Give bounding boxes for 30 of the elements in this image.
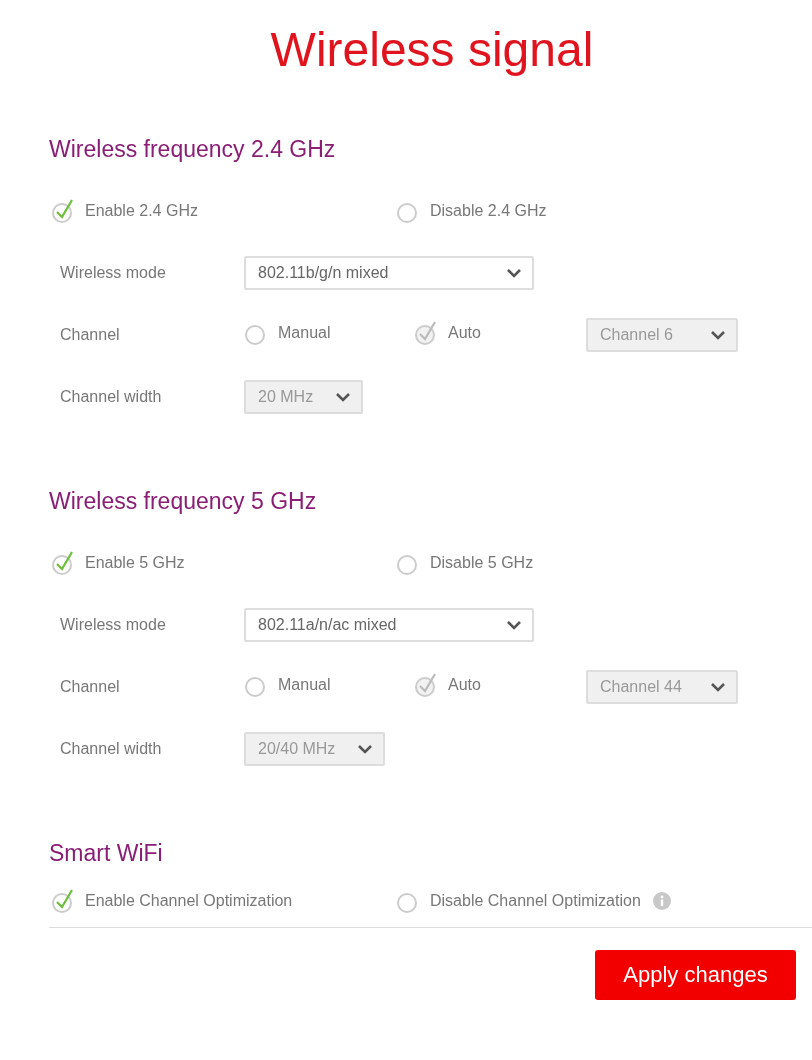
chevron-down-icon xyxy=(335,392,352,402)
section-heading: Wireless frequency 5 GHz xyxy=(49,488,318,516)
field-label: Channel width xyxy=(60,388,163,406)
dropdown[interactable]: 802.11a/n/ac mixed xyxy=(244,608,534,642)
radio-label: Enable 2.4 GHz xyxy=(85,202,198,220)
chevron-down-icon xyxy=(710,330,726,340)
field-label: Channel xyxy=(60,326,121,344)
chevron-down-icon xyxy=(710,682,726,692)
section-heading: Smart WiFi xyxy=(49,840,164,868)
chevron-down-icon xyxy=(357,744,374,754)
radio-label: Disable 5 GHz xyxy=(430,554,534,572)
radio-label: Enable 5 GHz xyxy=(85,554,185,572)
radio-label: Manual xyxy=(278,324,331,342)
radio-label: Manual xyxy=(278,676,331,694)
apply-button[interactable]: Apply changes xyxy=(595,950,796,1000)
chevron-down-icon xyxy=(506,268,522,278)
field-label: Channel width xyxy=(60,740,163,758)
dropdown[interactable]: 802.11b/g/n mixed xyxy=(244,256,534,290)
info-icon[interactable] xyxy=(652,892,671,910)
radio-label: Auto xyxy=(448,676,481,694)
field-label: Channel xyxy=(60,678,121,696)
field-label: Wireless mode xyxy=(60,616,167,634)
radio-label: Enable Channel Optimization xyxy=(85,892,293,910)
section-heading: Wireless frequency 2.4 GHz xyxy=(49,136,337,164)
radio-label: Disable 2.4 GHz xyxy=(430,202,547,220)
radio-label: Disable Channel Optimization xyxy=(430,892,641,910)
page-title: Wireless signal xyxy=(269,22,595,78)
field-label: Wireless mode xyxy=(60,264,167,282)
radio-label: Auto xyxy=(448,324,481,342)
chevron-down-icon xyxy=(506,620,522,630)
